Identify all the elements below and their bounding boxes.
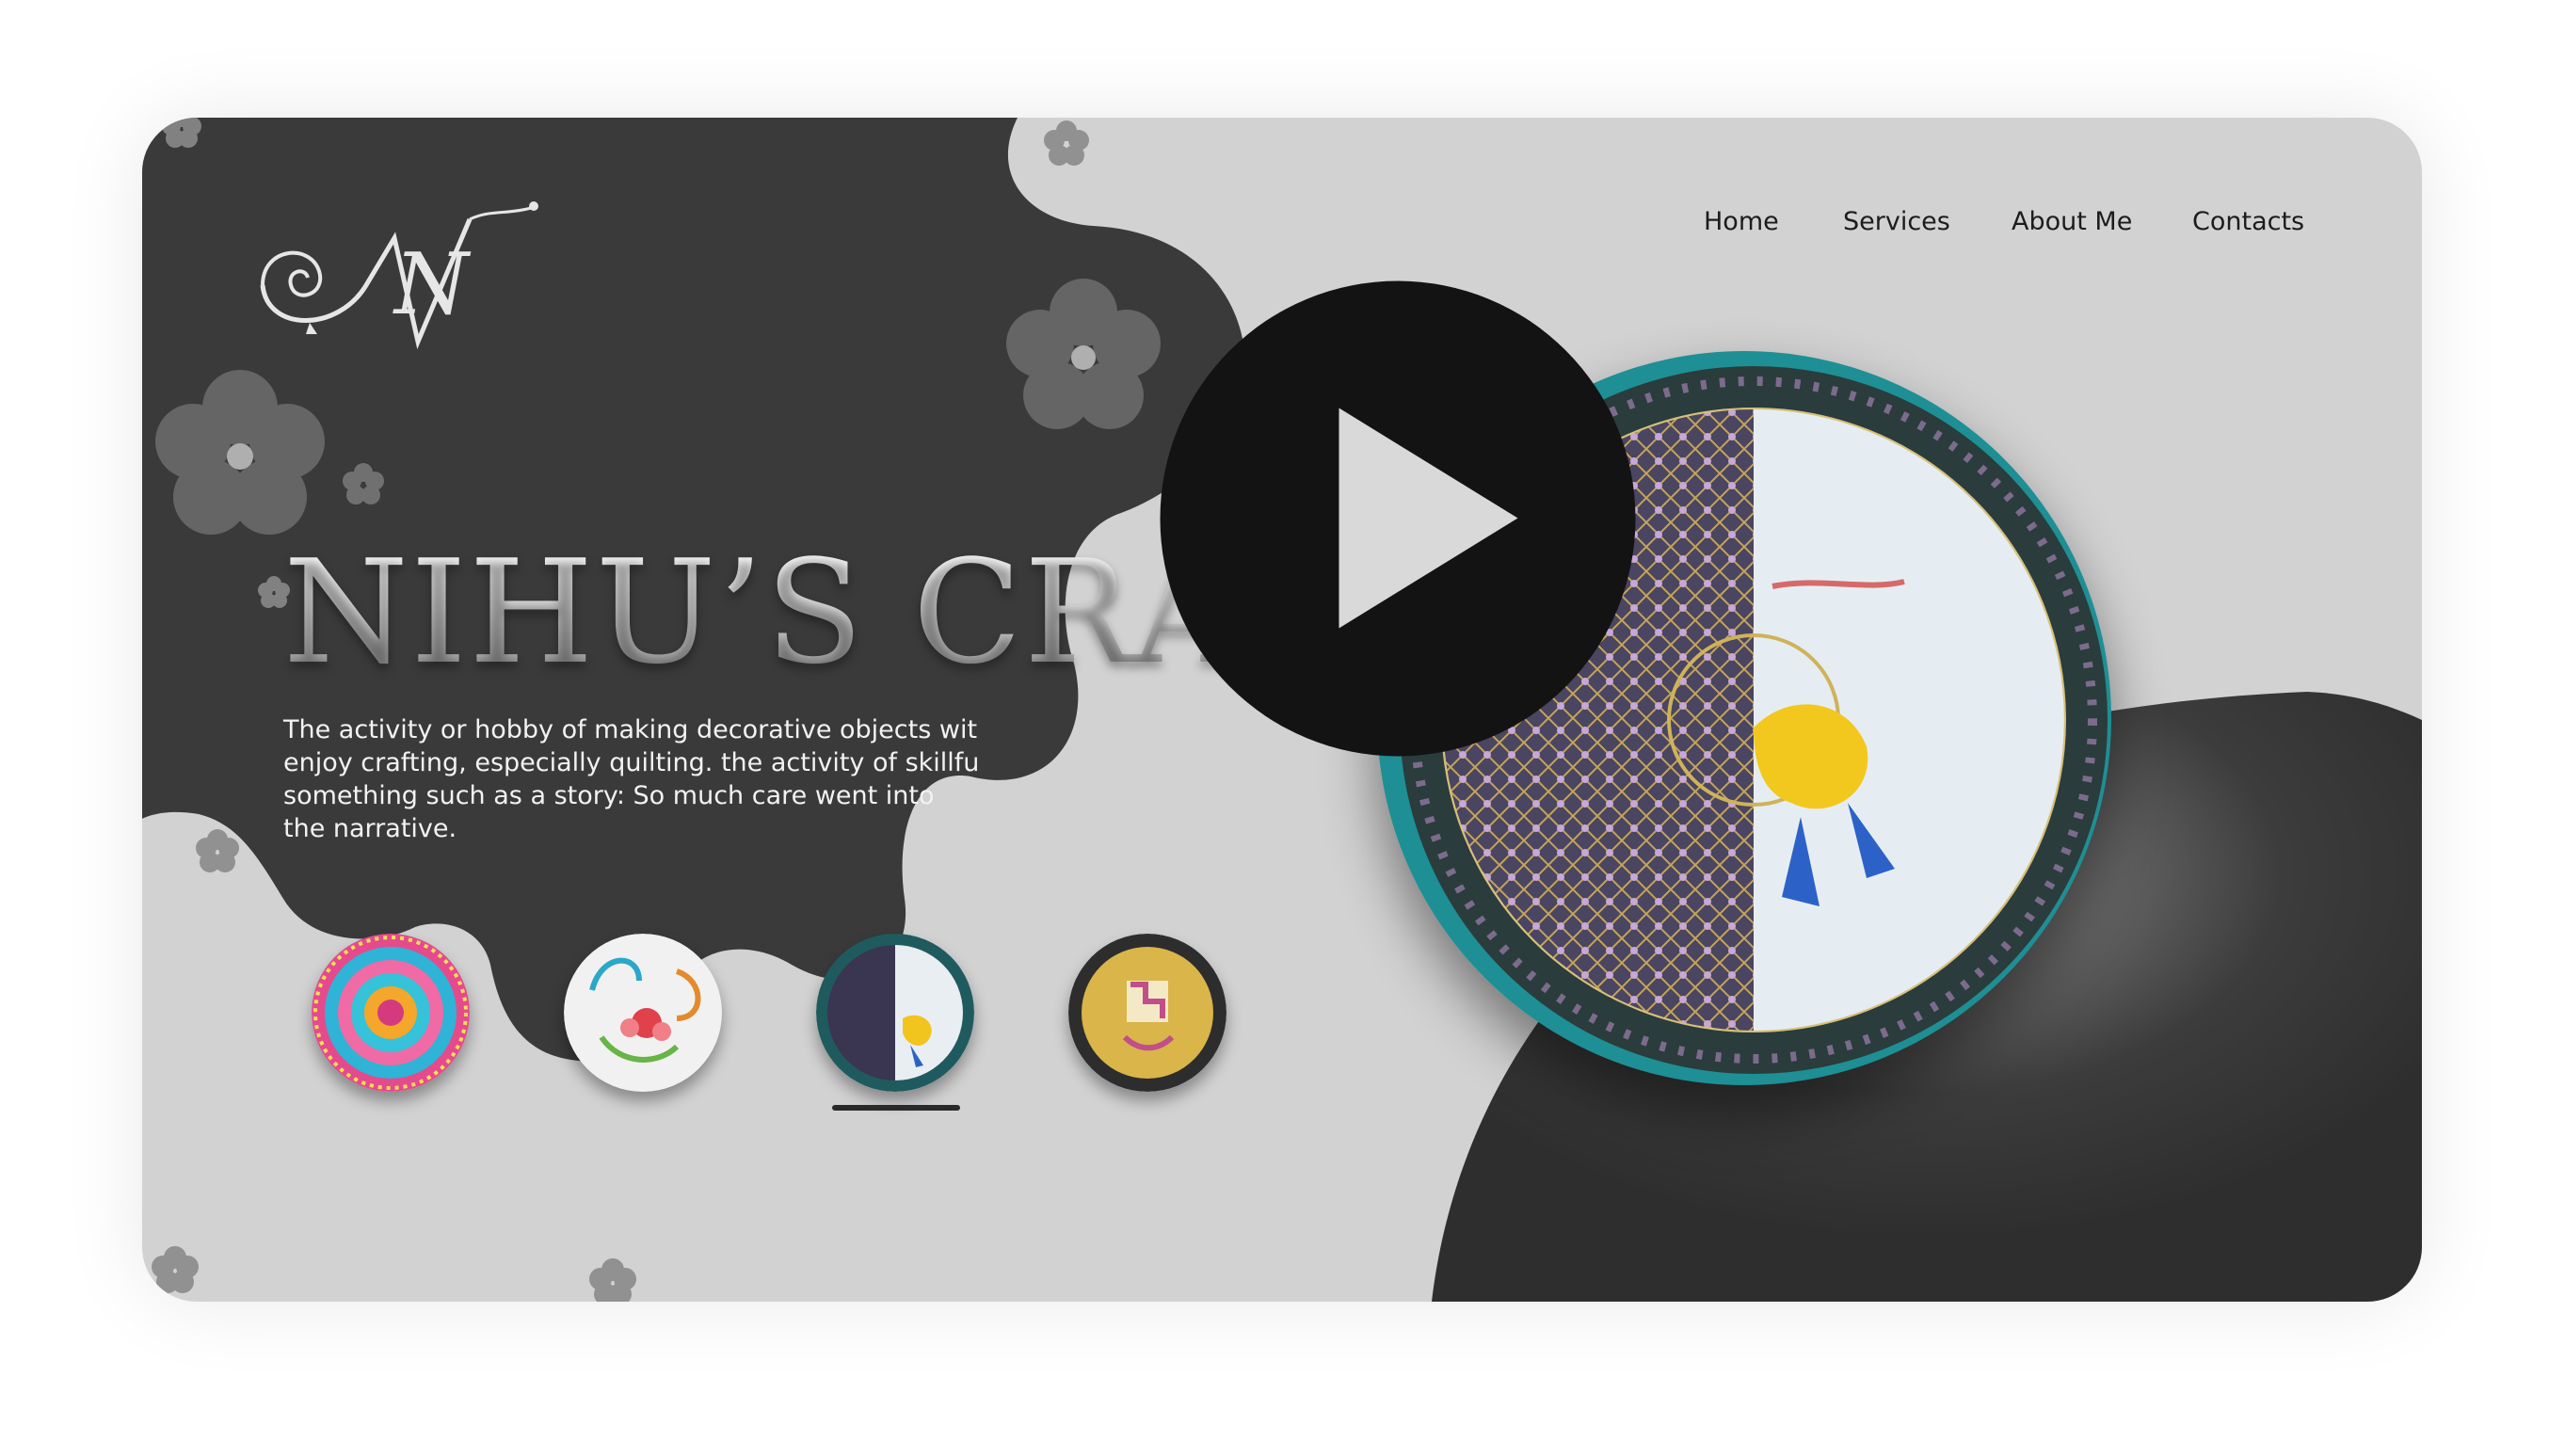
thumbnail-quilling[interactable] — [564, 934, 722, 1092]
swastik-plate-image — [1068, 934, 1226, 1092]
thumbnail-krishna-feet[interactable] — [816, 934, 974, 1092]
play-button[interactable] — [1160, 280, 1636, 757]
hero-title: NIHU’S CRA — [283, 529, 1239, 696]
quilling-plate-image — [564, 934, 722, 1092]
nav-about-me[interactable]: About Me — [2012, 207, 2132, 236]
thumbnail-swastik[interactable] — [1068, 934, 1226, 1092]
nav-services[interactable]: Services — [1843, 207, 1950, 236]
nav-contacts[interactable]: Contacts — [2192, 207, 2304, 236]
mandala-plate-image — [312, 934, 470, 1092]
play-icon — [1339, 408, 1518, 629]
selected-thumbnail-indicator — [832, 1105, 960, 1111]
thumbnail-mandala[interactable] — [312, 934, 470, 1092]
main-nav: Home Services About Me Contacts — [142, 207, 2422, 254]
nav-home[interactable]: Home — [1704, 207, 1779, 236]
hero-card: N Home Services About Me Contacts NIHU’S… — [142, 118, 2422, 1302]
hero-description: The activity or hobby of making decorati… — [283, 715, 980, 843]
krishna-plate-thumb-image — [816, 934, 974, 1092]
